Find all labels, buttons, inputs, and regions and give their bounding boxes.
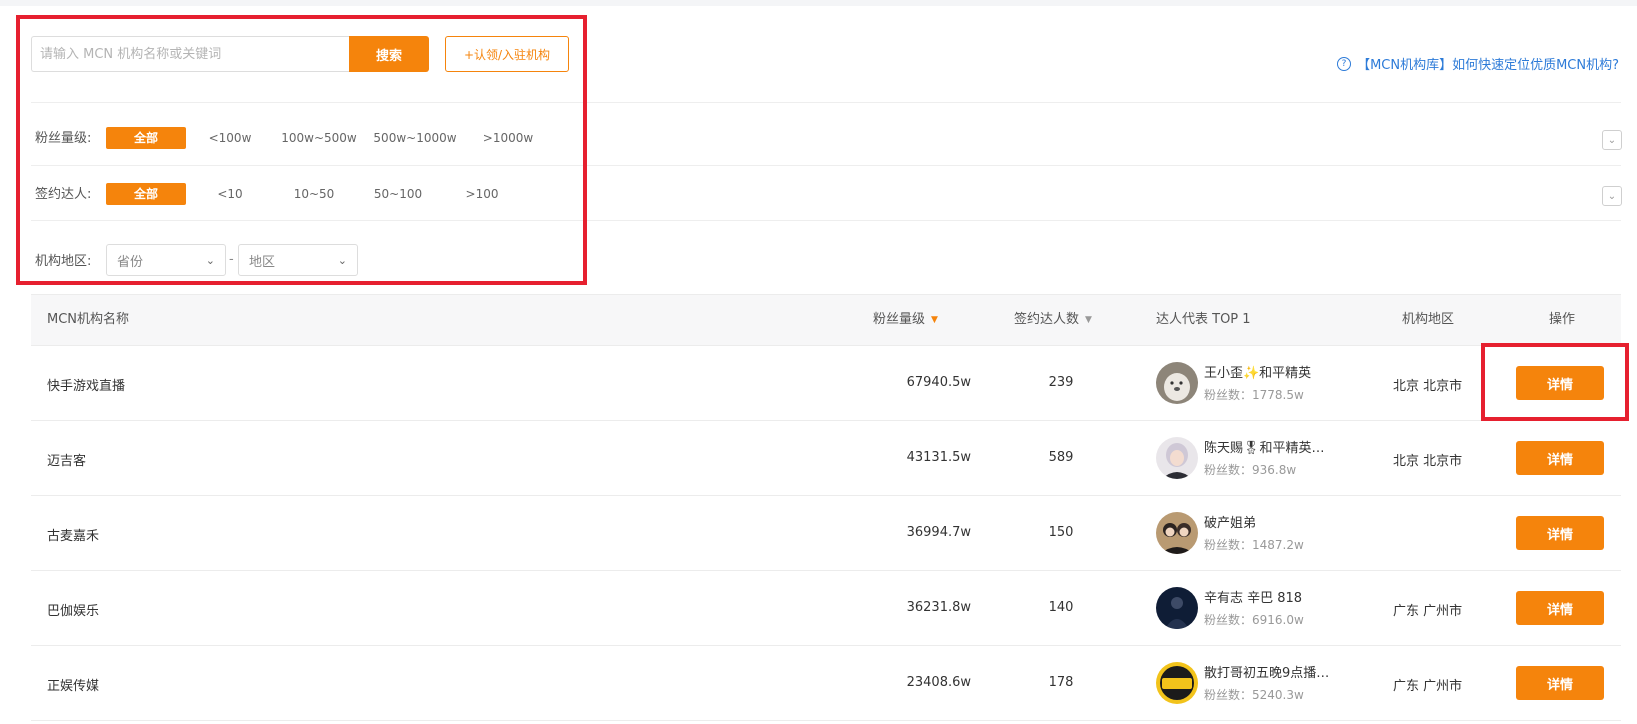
signed-value: 178 bbox=[1048, 675, 1074, 690]
kol-fans: 粉丝数：5240.3w bbox=[1204, 688, 1304, 702]
fans-value: 36231.8w bbox=[906, 600, 971, 615]
sort-desc-icon: ▼ bbox=[931, 315, 938, 325]
agency-name[interactable]: 正娱传媒 bbox=[47, 675, 99, 694]
header-top-kol: 达人代表 TOP 1 bbox=[1156, 312, 1251, 327]
kol-name[interactable]: 散打哥初五晚9点播… bbox=[1204, 662, 1344, 681]
detail-button[interactable]: 详情 bbox=[1516, 591, 1604, 625]
table-row: 古麦嘉禾 36994.7w 150 破产姐弟 粉丝数：1487.2w 详情 bbox=[31, 496, 1621, 571]
signed-value: 239 bbox=[1048, 375, 1074, 390]
mcn-library-page: 搜索 +认领/入驻机构 ? 【MCN机构库】如何快速定位优质MCN机构? 粉丝量… bbox=[0, 6, 1637, 724]
kol-fans: 粉丝数：6916.0w bbox=[1204, 613, 1304, 627]
fans-value: 43131.5w bbox=[906, 450, 971, 465]
agency-name[interactable]: 古麦嘉禾 bbox=[47, 525, 99, 544]
detail-button[interactable]: 详情 bbox=[1516, 666, 1604, 700]
header-action: 操作 bbox=[1549, 312, 1576, 327]
fans-value: 36994.7w bbox=[906, 525, 971, 540]
kol-name[interactable]: 辛有志 辛巴 818 bbox=[1204, 587, 1344, 606]
agency-name[interactable]: 迈吉客 bbox=[47, 450, 86, 469]
fans-value: 67940.5w bbox=[906, 375, 971, 390]
header-fans[interactable]: 粉丝量级 ▼ bbox=[873, 295, 938, 345]
signed-expand-toggle[interactable]: ⌄ bbox=[1602, 186, 1622, 206]
fans-expand-toggle[interactable]: ⌄ bbox=[1602, 130, 1622, 150]
table-header: MCN机构名称 粉丝量级 ▼ 签约达人数 ▼ 达人代表 TOP 1 机构地区 操作 bbox=[31, 294, 1621, 346]
question-circle-icon: ? bbox=[1337, 56, 1352, 71]
sort-icon: ▼ bbox=[1085, 315, 1092, 325]
kol-fans: 粉丝数：1778.5w bbox=[1204, 388, 1304, 402]
signed-value: 150 bbox=[1048, 525, 1074, 540]
chevron-down-icon: ⌄ bbox=[1607, 190, 1617, 202]
filter-highlight-box bbox=[16, 15, 587, 285]
kol-avatar[interactable] bbox=[1156, 362, 1198, 404]
kol-name[interactable]: 王小歪✨和平精英 bbox=[1204, 362, 1344, 381]
table-row: 迈吉客 43131.5w 589 陈天赐🎖和平精英… 粉丝数：936.8w 北京… bbox=[31, 421, 1621, 496]
signed-value: 140 bbox=[1048, 600, 1074, 615]
agency-name[interactable]: 快手游戏直播 bbox=[47, 375, 125, 394]
header-signed-label: 签约达人数 bbox=[1014, 312, 1080, 327]
region-value: 北京 北京市 bbox=[1393, 454, 1463, 469]
signed-value: 589 bbox=[1048, 450, 1074, 465]
detail-highlight-box bbox=[1481, 343, 1629, 421]
kol-name[interactable]: 破产姐弟 bbox=[1204, 512, 1344, 531]
chevron-down-icon: ⌄ bbox=[1607, 134, 1617, 146]
detail-button[interactable]: 详情 bbox=[1516, 516, 1604, 550]
help-link-text: 【MCN机构库】如何快速定位优质MCN机构? bbox=[1357, 58, 1619, 73]
kol-name[interactable]: 陈天赐🎖和平精英… bbox=[1204, 437, 1344, 456]
fans-value: 23408.6w bbox=[906, 675, 971, 690]
region-value: 广东 广州市 bbox=[1393, 679, 1463, 694]
kol-fans: 粉丝数：1487.2w bbox=[1204, 538, 1304, 552]
agency-name[interactable]: 巴伽娱乐 bbox=[47, 600, 99, 619]
help-link[interactable]: ? 【MCN机构库】如何快速定位优质MCN机构? bbox=[1337, 54, 1619, 73]
header-region: 机构地区 bbox=[1402, 312, 1455, 327]
header-name: MCN机构名称 bbox=[47, 312, 130, 327]
region-value: 广东 广州市 bbox=[1393, 604, 1463, 619]
kol-fans: 粉丝数：936.8w bbox=[1204, 463, 1297, 477]
region-value: 北京 北京市 bbox=[1393, 379, 1463, 394]
header-signed[interactable]: 签约达人数 ▼ bbox=[1014, 295, 1092, 345]
kol-avatar[interactable] bbox=[1156, 662, 1198, 704]
kol-avatar[interactable] bbox=[1156, 587, 1198, 629]
detail-button[interactable]: 详情 bbox=[1516, 441, 1604, 475]
table-row: 快手游戏直播 67940.5w 239 王小歪✨和平精英 粉丝数：1778.5w… bbox=[31, 346, 1621, 421]
table-row: 正娱传媒 23408.6w 178 散打哥初五晚9点播… 粉丝数：5240.3w… bbox=[31, 646, 1621, 721]
table-row: 巴伽娱乐 36231.8w 140 辛有志 辛巴 818 粉丝数：6916.0w… bbox=[31, 571, 1621, 646]
kol-avatar[interactable] bbox=[1156, 512, 1198, 554]
header-fans-label: 粉丝量级 bbox=[873, 312, 926, 327]
kol-avatar[interactable] bbox=[1156, 437, 1198, 479]
